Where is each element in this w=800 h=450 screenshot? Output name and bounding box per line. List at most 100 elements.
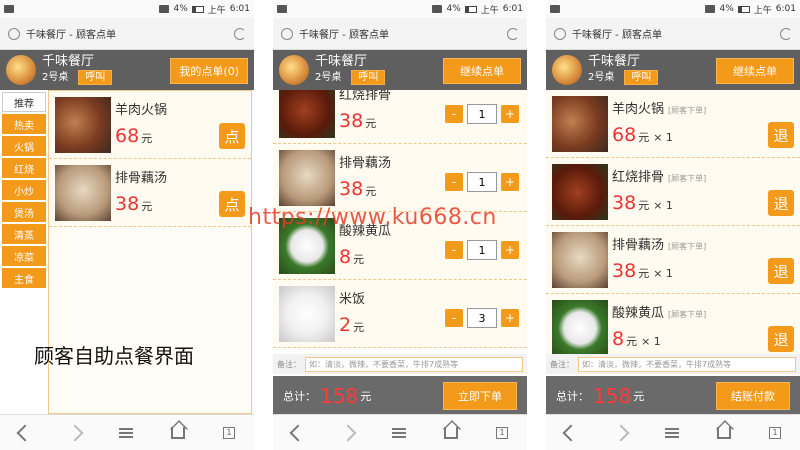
list-item: 羊肉火锅 [顾客下单] 68 元 × 1 退: [546, 90, 800, 158]
wifi-icon: [159, 5, 170, 13]
table-number: 2号桌: [315, 71, 342, 83]
increase-button[interactable]: +: [501, 241, 519, 259]
list-item: 羊肉火锅 68 元 点: [49, 91, 251, 159]
call-waiter-button[interactable]: 呼叫: [624, 69, 659, 86]
tabs-icon[interactable]: 1: [496, 426, 508, 439]
total-bar: 总计： 158 元 结账付款: [546, 376, 800, 416]
cloud-icon: [277, 5, 287, 13]
reload-icon[interactable]: [780, 27, 792, 40]
dish-image: [55, 165, 111, 221]
decrease-button[interactable]: -: [445, 105, 463, 123]
dish-price: 38 元 × 1: [612, 192, 673, 214]
quantity-input[interactable]: 1: [467, 240, 497, 260]
return-dish-button[interactable]: 退: [768, 258, 794, 284]
list-item: 米饭 2元 - 3 +: [273, 280, 527, 348]
my-orders-button[interactable]: 我的点单(0): [170, 58, 248, 84]
decrease-button[interactable]: -: [445, 241, 463, 259]
menu-icon[interactable]: [119, 427, 133, 438]
notes-row: 备注： 如：清淡，微辣，不要香菜，牛排7成熟等: [273, 354, 527, 374]
back-icon[interactable]: [16, 424, 34, 441]
forward-icon[interactable]: [66, 424, 84, 441]
category-recommend[interactable]: 推荐: [2, 92, 46, 112]
dish-price: 38 元: [115, 193, 153, 215]
checkout-button[interactable]: 结账付款: [716, 382, 790, 410]
order-source-tag: [顾客下单]: [668, 242, 707, 251]
battery-percent: 4%: [173, 4, 188, 14]
category-steamed[interactable]: 清蒸: [2, 224, 46, 244]
restaurant-logo: [279, 55, 309, 85]
continue-ordering-button[interactable]: 继续点单: [443, 58, 521, 84]
list-item: 排骨藕汤 38 元 - 1 +: [273, 144, 527, 212]
time-prefix: 上午: [207, 5, 226, 16]
home-icon[interactable]: [444, 426, 458, 439]
reload-icon[interactable]: [234, 27, 246, 40]
dish-price: 68 元 × 1: [612, 124, 673, 146]
return-dish-button[interactable]: 退: [768, 326, 794, 352]
reload-icon[interactable]: [507, 27, 519, 40]
forward-icon[interactable]: [339, 424, 357, 441]
list-item: 红烧排骨 [顾客下单] 38 元 × 1 退: [546, 158, 800, 226]
restaurant-name: 千味餐厅: [588, 53, 641, 69]
dish-image: [552, 96, 608, 152]
restaurant-header: 千味餐厅 2号桌 呼叫 继续点单: [273, 50, 527, 90]
decrease-button[interactable]: -: [445, 173, 463, 191]
category-staple[interactable]: 主食: [2, 268, 46, 288]
category-stirfry[interactable]: 小炒: [2, 180, 46, 200]
browser-url-bar[interactable]: 千味餐厅 - 顾客点单: [0, 18, 254, 50]
notes-input[interactable]: 如：清淡，微辣，不要香菜，牛排7成熟等: [305, 356, 523, 372]
category-cold[interactable]: 凉菜: [2, 246, 46, 266]
dish-price: 2元: [339, 314, 365, 336]
category-hotpot[interactable]: 火锅: [2, 136, 46, 156]
order-dish-button[interactable]: 点: [219, 123, 245, 149]
dish-name: 米饭: [339, 292, 366, 307]
call-waiter-button[interactable]: 呼叫: [351, 69, 386, 86]
total-label: 总计：: [556, 390, 589, 403]
quantity-input[interactable]: 3: [467, 308, 497, 328]
notes-input[interactable]: 如：清淡，微辣，不要香菜，牛排7成熟等: [578, 356, 796, 372]
time-prefix: 上午: [753, 5, 772, 16]
increase-button[interactable]: +: [501, 309, 519, 327]
order-dish-button[interactable]: 点: [219, 191, 245, 217]
menu-icon[interactable]: [665, 427, 679, 438]
quantity-input[interactable]: 1: [467, 104, 497, 124]
dish-image: [279, 150, 335, 206]
wifi-icon: [432, 5, 443, 13]
status-time: 6:01: [229, 4, 250, 14]
category-soup[interactable]: 煲汤: [2, 202, 46, 222]
forward-icon[interactable]: [612, 424, 630, 441]
quantity-stepper: - 1 +: [445, 172, 519, 192]
increase-button[interactable]: +: [501, 173, 519, 191]
browser-url-bar[interactable]: 千味餐厅 - 顾客点单: [546, 18, 800, 50]
return-dish-button[interactable]: 退: [768, 122, 794, 148]
total-amount: 158: [593, 384, 632, 408]
category-braised[interactable]: 红烧: [2, 158, 46, 178]
dish-name: 排骨藕汤: [339, 156, 392, 171]
dish-name: 排骨藕汤 [顾客下单]: [612, 238, 707, 253]
back-icon[interactable]: [562, 424, 580, 441]
battery-percent: 4%: [446, 4, 461, 14]
browser-url-bar[interactable]: 千味餐厅 - 顾客点单: [273, 18, 527, 50]
place-order-button[interactable]: 立即下单: [443, 382, 517, 410]
increase-button[interactable]: +: [501, 105, 519, 123]
home-icon[interactable]: [717, 426, 731, 439]
category-hot[interactable]: 热卖: [2, 114, 46, 134]
back-icon[interactable]: [289, 424, 307, 441]
browser-nav-bar: 1: [546, 414, 800, 450]
restaurant-name: 千味餐厅: [315, 53, 368, 69]
decrease-button[interactable]: -: [445, 309, 463, 327]
globe-icon: [281, 27, 293, 40]
quantity-input[interactable]: 1: [467, 172, 497, 192]
globe-icon: [554, 27, 566, 40]
tabs-icon[interactable]: 1: [223, 426, 235, 439]
status-bar: 4% 上午 6:01: [273, 0, 527, 18]
menu-icon[interactable]: [392, 427, 406, 438]
browser-nav-bar: 1: [273, 414, 527, 450]
battery-percent: 4%: [719, 4, 734, 14]
call-waiter-button[interactable]: 呼叫: [78, 69, 113, 86]
watermark-text: https://www.ku668.cn: [248, 205, 497, 230]
home-icon[interactable]: [171, 426, 185, 439]
tabs-icon[interactable]: 1: [769, 426, 781, 439]
return-dish-button[interactable]: 退: [768, 190, 794, 216]
restaurant-header: 千味餐厅 2号桌 呼叫 继续点单: [546, 50, 800, 90]
continue-ordering-button[interactable]: 继续点单: [716, 58, 794, 84]
